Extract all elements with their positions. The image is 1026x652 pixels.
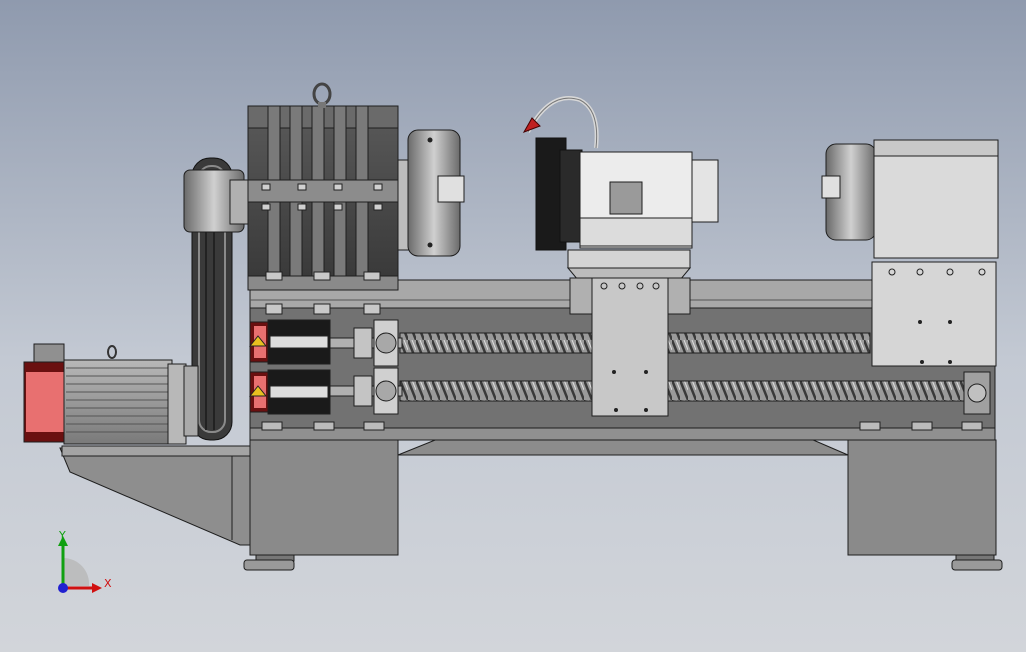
servo-motor-upper[interactable]	[248, 319, 331, 365]
main-spindle-motor[interactable]	[23, 343, 187, 445]
spindle-chuck[interactable]	[397, 129, 465, 257]
z-axis-dot	[58, 583, 68, 593]
lathe-model[interactable]	[0, 0, 1026, 652]
orientation-triad: Y X	[50, 529, 120, 600]
spindle-pulley[interactable]	[183, 169, 249, 233]
headstock[interactable]	[247, 82, 399, 315]
lifting-eye-icon	[312, 82, 332, 106]
triad-plane	[63, 557, 90, 586]
tool-turret[interactable]	[522, 96, 719, 251]
cad-viewport[interactable]: Y X	[0, 0, 1026, 652]
bed-leg-left[interactable]	[243, 439, 399, 571]
y-axis-label: Y	[58, 530, 66, 542]
bed-leg-right[interactable]	[847, 439, 1003, 571]
servo-motor-lower[interactable]	[248, 369, 331, 415]
x-axis-arrow-head	[92, 583, 102, 593]
x-axis-label: X	[104, 577, 112, 590]
motor-pulley[interactable]	[183, 365, 199, 437]
